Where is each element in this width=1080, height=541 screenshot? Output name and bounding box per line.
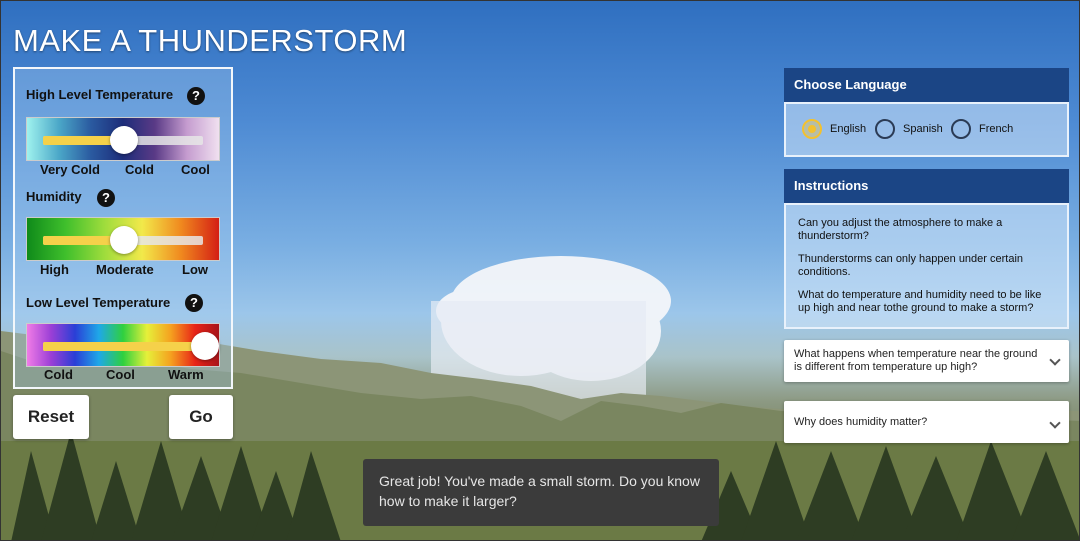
- tick-label: Moderate: [96, 262, 154, 277]
- tick-label: Very Cold: [40, 162, 100, 177]
- low-temp-label: Low Level Temperature: [26, 295, 171, 310]
- accordion-temperature-difference[interactable]: What happens when temperature near the g…: [784, 340, 1069, 382]
- accordion-label: Why does humidity matter?: [794, 416, 928, 428]
- slider-thumb[interactable]: [110, 126, 138, 154]
- slider-thumb[interactable]: [110, 226, 138, 254]
- feedback-toast: Great job! You've made a small storm. Do…: [363, 459, 719, 526]
- language-panel: English Spanish French: [784, 102, 1069, 157]
- high-temp-help-icon[interactable]: ?: [187, 87, 205, 105]
- language-option-label: English: [830, 123, 867, 135]
- atmosphere-controls-panel: High Level Temperature ? Very Cold Cold …: [13, 67, 233, 389]
- instruction-text: Can you adjust the atmosphere to make a …: [798, 217, 1003, 242]
- instruction-text: Thunderstorms can only happen under cert…: [798, 253, 1024, 278]
- accordion-humidity[interactable]: Why does humidity matter?: [784, 401, 1069, 443]
- tick-label: Cold: [125, 162, 154, 177]
- language-option-label: French: [979, 123, 1014, 135]
- chevron-down-icon: [1049, 417, 1061, 429]
- humidity-label: Humidity: [26, 189, 82, 204]
- go-button[interactable]: Go: [169, 395, 233, 439]
- radio-selected-icon[interactable]: [802, 119, 822, 139]
- chevron-down-icon: [1049, 354, 1061, 366]
- high-temp-slider[interactable]: [26, 117, 220, 161]
- slider-thumb[interactable]: [191, 332, 219, 360]
- tick-label: Warm: [168, 367, 204, 382]
- page-title: MAKE A THUNDERSTORM: [13, 23, 408, 58]
- radio-icon[interactable]: [951, 119, 971, 139]
- instruction-text: What do temperature and humidity need to…: [798, 289, 1042, 314]
- tick-label: High: [40, 262, 69, 277]
- accordion-label: What happens when temperature near the g…: [794, 348, 1038, 373]
- low-temp-slider[interactable]: [26, 323, 220, 367]
- tick-label: Low: [182, 262, 208, 277]
- low-temp-help-icon[interactable]: ?: [185, 294, 203, 312]
- reset-button[interactable]: Reset: [13, 395, 89, 439]
- slider-fill: [43, 342, 203, 351]
- instructions-header: Instructions: [784, 169, 1069, 203]
- storm-cloud: [431, 256, 671, 401]
- tick-label: Cool: [106, 367, 135, 382]
- high-temp-label: High Level Temperature: [26, 87, 174, 102]
- radio-icon[interactable]: [875, 119, 895, 139]
- language-option-label: Spanish: [903, 123, 943, 135]
- tick-label: Cold: [44, 367, 73, 382]
- instructions-panel: Can you adjust the atmosphere to make a …: [784, 203, 1069, 329]
- language-header: Choose Language: [784, 68, 1069, 102]
- tick-label: Cool: [181, 162, 210, 177]
- humidity-slider[interactable]: [26, 217, 220, 261]
- slider-track: [43, 342, 203, 351]
- humidity-help-icon[interactable]: ?: [97, 189, 115, 207]
